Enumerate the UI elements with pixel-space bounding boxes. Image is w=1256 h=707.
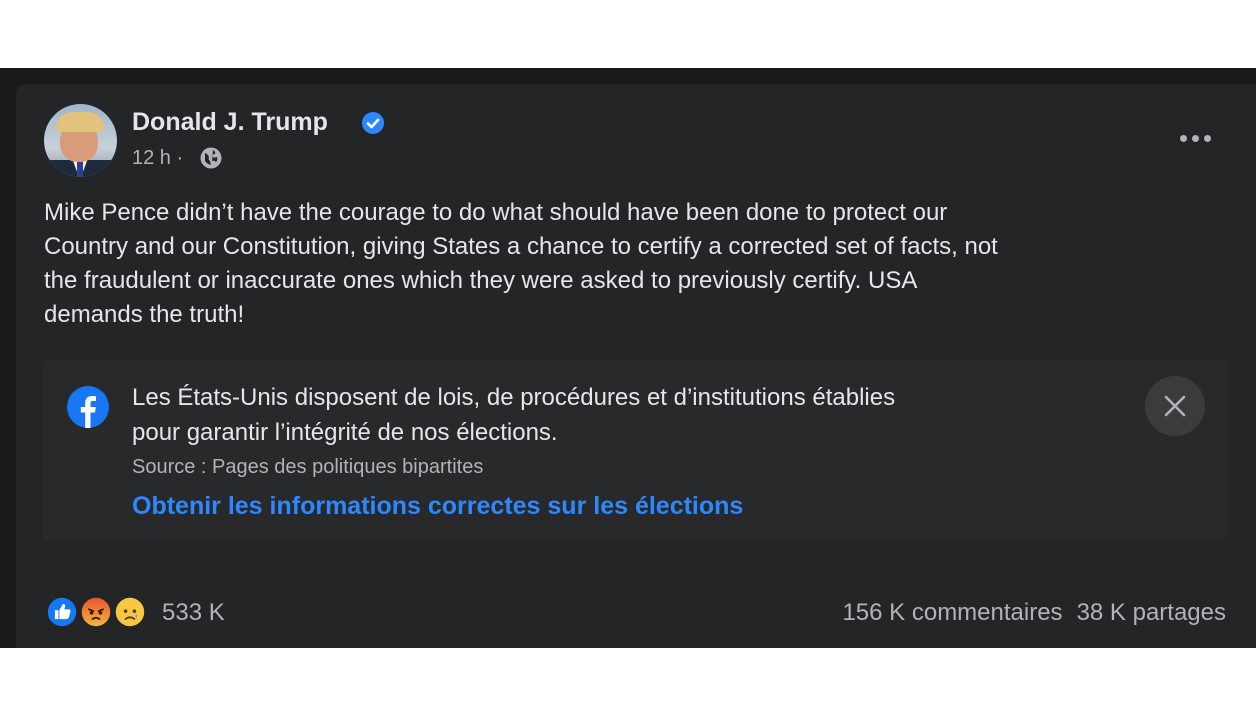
meta-separator: · xyxy=(176,147,184,169)
close-info-button[interactable] xyxy=(1145,376,1205,436)
post-meta: 12 h · xyxy=(132,145,183,171)
reaction-count[interactable]: 533 K xyxy=(162,596,225,630)
post-text-line: the fraudulent or inaccurate ones which … xyxy=(44,267,918,294)
engagement-stats: 156 K commentaires 38 K partages xyxy=(842,596,1226,630)
globe-icon[interactable] xyxy=(199,146,223,170)
post-text-line: Mike Pence didn’t have the courage to do… xyxy=(44,199,948,226)
like-reaction-icon xyxy=(44,594,80,630)
post-text-line: Country and our Constitution, giving Sta… xyxy=(44,233,998,260)
election-info-link[interactable]: Obtenir les informations correctes sur l… xyxy=(132,488,743,524)
comments-count[interactable]: 156 K commentaires xyxy=(842,596,1062,630)
post-time[interactable]: 12 h xyxy=(132,147,171,169)
post-text: Mike Pence didn’t have the courage to do… xyxy=(44,196,1234,332)
author-avatar[interactable] xyxy=(44,104,117,177)
facebook-logo-icon xyxy=(67,386,109,428)
shares-count[interactable]: 38 K partages xyxy=(1077,596,1226,630)
election-info-line: Les États-Unis disposent de lois, de pro… xyxy=(132,384,896,411)
angry-reaction-icon xyxy=(78,594,114,630)
more-options-icon[interactable] xyxy=(1166,120,1224,156)
post-text-line: demands the truth! xyxy=(44,301,245,328)
reaction-icons[interactable] xyxy=(44,594,152,630)
author-name[interactable]: Donald J. Trump xyxy=(132,106,328,138)
sad-reaction-icon xyxy=(112,594,148,630)
election-info-text: Les États-Unis disposent de lois, de pro… xyxy=(132,380,1112,450)
election-info-line: pour garantir l’intégrité de nos électio… xyxy=(132,419,558,446)
verified-badge-icon xyxy=(362,112,384,134)
info-source: Source : Pages des politiques bipartites xyxy=(132,456,484,478)
close-icon xyxy=(1164,395,1186,417)
